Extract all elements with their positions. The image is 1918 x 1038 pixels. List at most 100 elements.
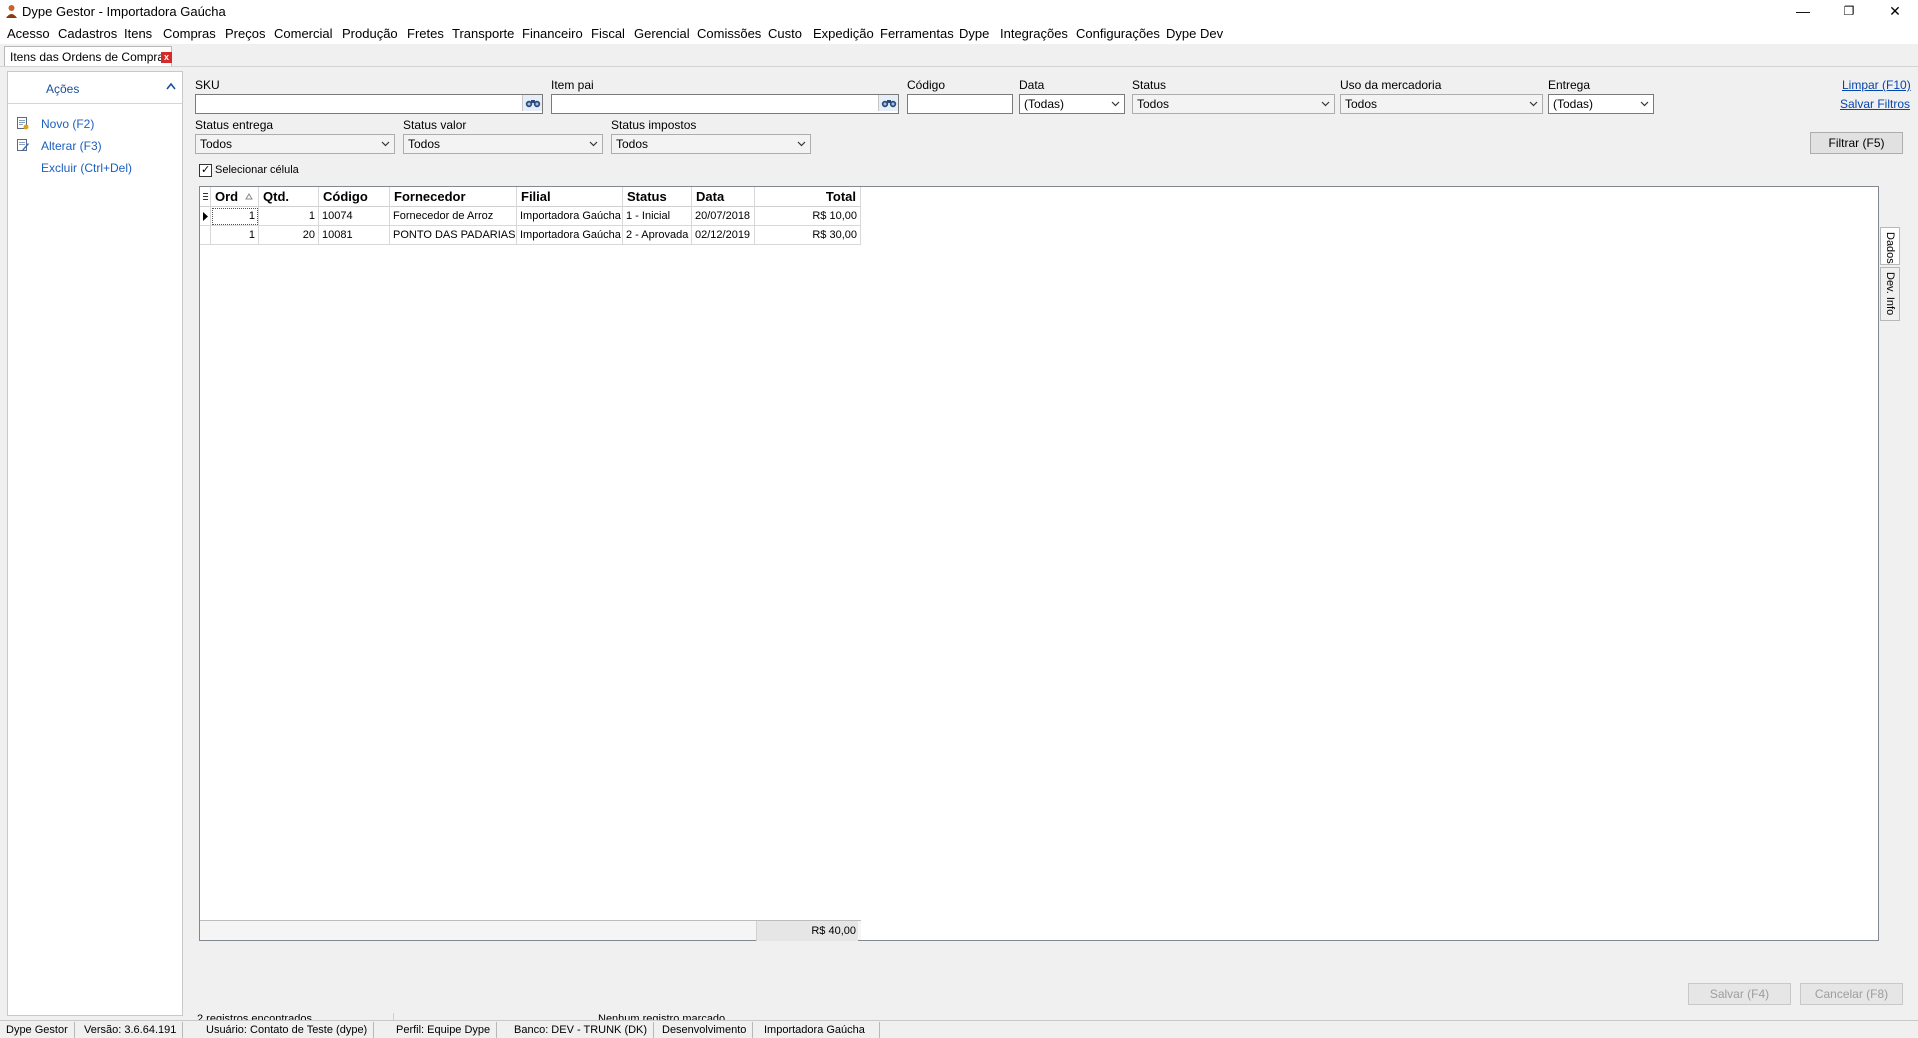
cell-data[interactable]: 20/07/2018 bbox=[692, 207, 755, 226]
status-valor-select-value: Todos bbox=[408, 137, 441, 151]
col-codigo[interactable]: Código bbox=[319, 187, 390, 207]
status-impostos-select[interactable]: Todos bbox=[611, 134, 811, 154]
side-tabs: Dados Dev. Info bbox=[1880, 227, 1900, 327]
menu-transporte[interactable]: Transporte bbox=[452, 26, 514, 41]
col-fornecedor[interactable]: Fornecedor bbox=[390, 187, 517, 207]
menu-fretes[interactable]: Fretes bbox=[407, 26, 444, 41]
action-excluir-label: Excluir (Ctrl+Del) bbox=[41, 161, 133, 175]
status-environment: Desenvolvimento bbox=[656, 1022, 754, 1038]
col-total[interactable]: Total bbox=[755, 187, 861, 207]
menu-dype[interactable]: Dype bbox=[959, 26, 989, 41]
cell-total[interactable]: R$ 30,00 bbox=[755, 226, 861, 245]
item-pai-input[interactable] bbox=[551, 94, 899, 114]
menu-expedicao[interactable]: Expedição bbox=[813, 26, 874, 41]
cell-fornecedor[interactable]: PONTO DAS PADARIAS bbox=[390, 226, 517, 245]
tab-close-icon[interactable]: x bbox=[161, 52, 172, 63]
salvar-filtros-link[interactable]: Salvar Filtros bbox=[1840, 97, 1910, 111]
tab-dados[interactable]: Dados bbox=[1880, 227, 1900, 265]
menu-comercial[interactable]: Comercial bbox=[274, 26, 333, 41]
menu-gerencial[interactable]: Gerencial bbox=[634, 26, 690, 41]
save-button[interactable]: Salvar (F4) bbox=[1688, 983, 1791, 1005]
status-valor-label: Status valor bbox=[403, 118, 467, 132]
current-row-arrow-icon bbox=[203, 212, 208, 221]
menu-cadastros[interactable]: Cadastros bbox=[58, 26, 117, 41]
entrega-select[interactable]: (Todas) bbox=[1548, 94, 1654, 114]
filtrar-button[interactable]: Filtrar (F5) bbox=[1810, 132, 1903, 154]
tab-dev-info[interactable]: Dev. Info bbox=[1880, 267, 1900, 321]
cell-codigo[interactable]: 10074 bbox=[319, 207, 390, 226]
uso-mercadoria-select[interactable]: Todos bbox=[1340, 94, 1543, 114]
status-bar: Dype Gestor Versão: 3.6.64.191 Usuário: … bbox=[0, 1020, 1918, 1038]
action-novo[interactable]: Novo (F2) bbox=[8, 115, 184, 133]
table-row[interactable]: 1 20 10081 PONTO DAS PADARIAS Importador… bbox=[200, 226, 861, 245]
codigo-label: Código bbox=[907, 78, 946, 92]
col-filial[interactable]: Filial bbox=[517, 187, 623, 207]
cell-filial[interactable]: Importadora Gaúcha bbox=[517, 207, 623, 226]
codigo-input[interactable] bbox=[907, 94, 1013, 114]
sidebar-header[interactable]: Ações bbox=[8, 72, 182, 104]
menu-comissoes[interactable]: Comissões bbox=[697, 26, 761, 41]
col-status[interactable]: Status bbox=[623, 187, 692, 207]
menu-ferramentas[interactable]: Ferramentas bbox=[880, 26, 954, 41]
tab-dados-label: Dados bbox=[1884, 232, 1896, 264]
chevron-down-icon bbox=[589, 141, 598, 147]
menu-fiscal[interactable]: Fiscal bbox=[591, 26, 625, 41]
menu-custo[interactable]: Custo bbox=[768, 26, 802, 41]
cell-ord[interactable]: 1 bbox=[211, 207, 259, 226]
col-data[interactable]: Data bbox=[692, 187, 755, 207]
status-select-value: Todos bbox=[1137, 97, 1170, 111]
menu-dype-dev[interactable]: Dype Dev bbox=[1166, 26, 1223, 41]
sku-label: SKU bbox=[195, 78, 220, 92]
orders-grid: Ord Qtd. Código Fornecedor Filial Status… bbox=[199, 186, 1879, 941]
menu-acesso[interactable]: Acesso bbox=[7, 26, 50, 41]
restore-button[interactable]: ❐ bbox=[1826, 0, 1872, 22]
col-qtd[interactable]: Qtd. bbox=[259, 187, 319, 207]
sort-asc-icon bbox=[245, 193, 253, 200]
cell-filial[interactable]: Importadora Gaúcha bbox=[517, 226, 623, 245]
cell-ord[interactable]: 1 bbox=[211, 226, 259, 245]
table-row[interactable]: 1 1 10074 Fornecedor de Arroz Importador… bbox=[200, 207, 861, 226]
tab-dev-info-label: Dev. Info bbox=[1884, 272, 1896, 316]
cell-qtd[interactable]: 1 bbox=[259, 207, 319, 226]
minimize-button[interactable]: — bbox=[1780, 0, 1826, 22]
col-ord-label: Ord bbox=[215, 189, 239, 204]
cancel-button[interactable]: Cancelar (F8) bbox=[1800, 983, 1903, 1005]
status-select[interactable]: Todos bbox=[1132, 94, 1335, 114]
grid-menu-icon[interactable] bbox=[200, 187, 211, 207]
menu-financeiro[interactable]: Financeiro bbox=[522, 26, 583, 41]
chevron-down-icon bbox=[1321, 101, 1330, 107]
menu-compras[interactable]: Compras bbox=[163, 26, 216, 41]
status-label: Status bbox=[1132, 78, 1167, 92]
limpar-link[interactable]: Limpar (F10) bbox=[1842, 78, 1911, 92]
cell-status[interactable]: 2 - Aprovada bbox=[623, 226, 692, 245]
menu-itens[interactable]: Itens bbox=[124, 26, 152, 41]
menu-integracoes[interactable]: Integrações bbox=[1000, 26, 1068, 41]
status-entrega-select[interactable]: Todos bbox=[195, 134, 395, 154]
status-valor-select[interactable]: Todos bbox=[403, 134, 603, 154]
item-pai-search-button[interactable] bbox=[878, 95, 898, 111]
cell-fornecedor[interactable]: Fornecedor de Arroz bbox=[390, 207, 517, 226]
menu-configuracoes[interactable]: Configurações bbox=[1076, 26, 1160, 41]
cell-data[interactable]: 02/12/2019 bbox=[692, 226, 755, 245]
selecionar-celula-checkbox[interactable]: ✓ bbox=[199, 164, 212, 177]
cell-codigo[interactable]: 10081 bbox=[319, 226, 390, 245]
action-alterar[interactable]: Alterar (F3) bbox=[8, 137, 184, 155]
close-button[interactable]: ✕ bbox=[1872, 0, 1918, 22]
data-select-value: (Todas) bbox=[1024, 97, 1065, 111]
menu-producao[interactable]: Produção bbox=[342, 26, 398, 41]
cell-total[interactable]: R$ 10,00 bbox=[755, 207, 861, 226]
tab-itens-ordens-compra[interactable]: Itens das Ordens de Compra x bbox=[4, 46, 172, 66]
sku-search-button[interactable] bbox=[522, 95, 542, 111]
data-select[interactable]: (Todas) bbox=[1019, 94, 1125, 114]
action-excluir[interactable]: Excluir (Ctrl+Del) bbox=[8, 159, 184, 177]
edit-document-icon bbox=[17, 139, 29, 151]
row-indicator bbox=[200, 207, 211, 226]
sku-input[interactable] bbox=[195, 94, 543, 114]
row-indicator bbox=[200, 226, 211, 245]
status-company: Importadora Gaúcha bbox=[758, 1022, 880, 1038]
menu-precos[interactable]: Preços bbox=[225, 26, 265, 41]
chevron-up-icon[interactable] bbox=[166, 82, 176, 90]
col-ord[interactable]: Ord bbox=[211, 187, 259, 207]
cell-status[interactable]: 1 - Inicial bbox=[623, 207, 692, 226]
cell-qtd[interactable]: 20 bbox=[259, 226, 319, 245]
